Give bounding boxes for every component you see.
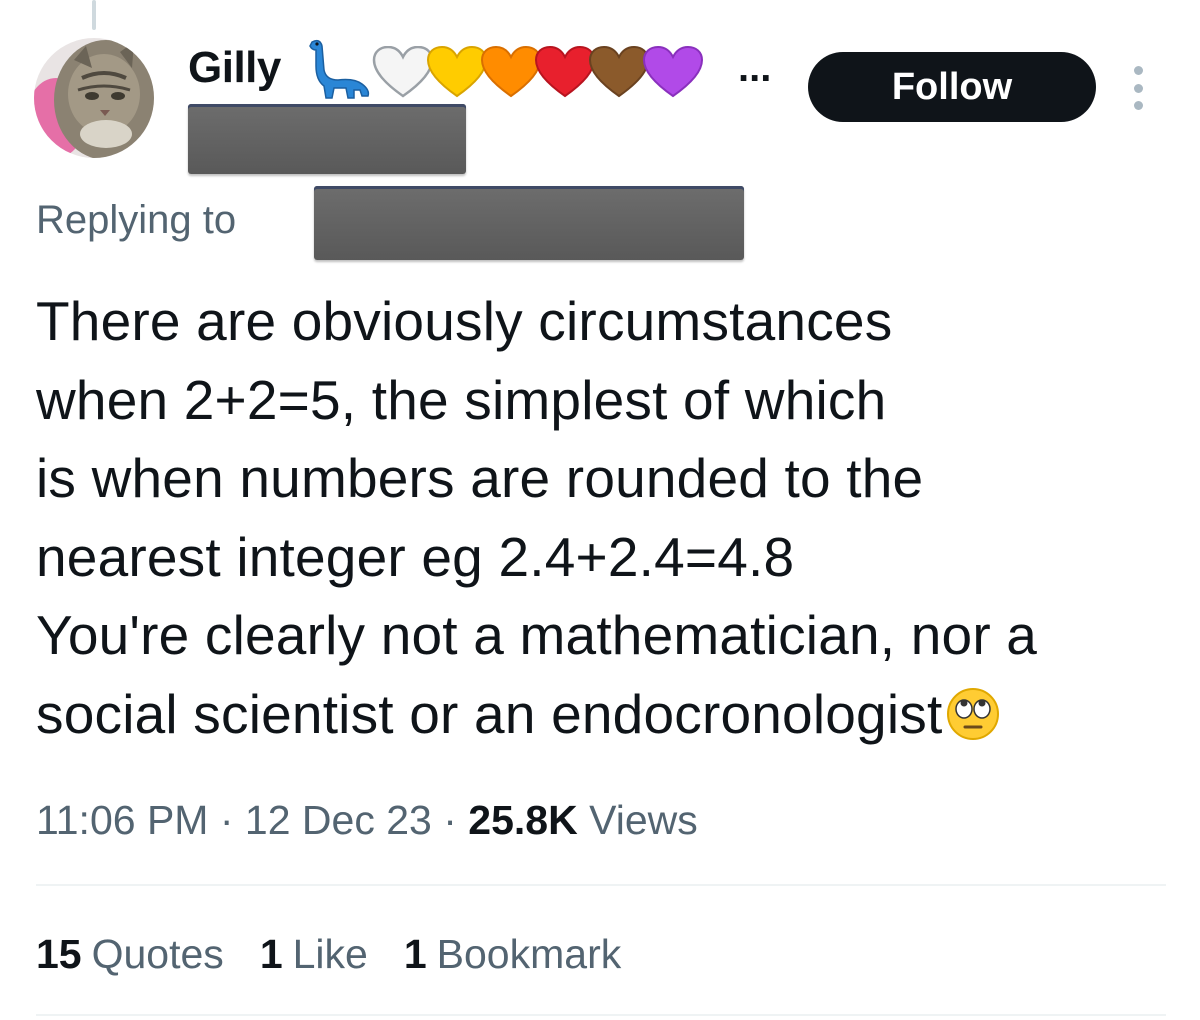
views-label: Views [589, 797, 698, 843]
likes-count: 1 [259, 931, 283, 977]
tweet-text: There are obviously circumstances when 2… [36, 282, 1186, 761]
thread-connector-line [92, 0, 96, 30]
replying-to-label: Replying to [36, 198, 237, 242]
follow-button[interactable]: Follow [808, 52, 1096, 122]
tweet-meta: 11:06 PM · 12 Dec 23 · 25.8K Views [36, 792, 698, 848]
likes-stat[interactable]: 1 Like [260, 926, 368, 982]
tweet-line: is when numbers are rounded to the [36, 447, 924, 509]
dinosaur-emoji-icon [306, 36, 372, 105]
rolling-eyes-emoji-icon [946, 683, 1000, 762]
purple-heart-icon [642, 46, 704, 98]
more-options-icon[interactable] [1126, 66, 1150, 110]
avatar[interactable] [34, 38, 154, 158]
white-heart-icon [372, 46, 434, 98]
tweet-line: You're clearly not a mathematician, nor … [36, 604, 1038, 666]
views-count: 25.8K [468, 797, 578, 843]
tweet-line: when 2+2=5, the simplest of which [36, 368, 887, 431]
divider [36, 1014, 1166, 1016]
tweet-line: social scientist or an endocronologist [36, 682, 943, 745]
divider [36, 884, 1166, 886]
brown-heart-icon [588, 46, 650, 98]
redacted-handle [188, 104, 466, 174]
heart-emoji-row [372, 44, 704, 100]
tweet-line: There are obviously circumstances [36, 290, 893, 352]
tweet-time[interactable]: 11:06 PM [36, 797, 208, 843]
engagement-stats: 15 Quotes 1 Like 1 Bookmark [36, 926, 657, 982]
quotes-count: 15 [36, 931, 82, 977]
bookmarks-count: 1 [403, 931, 427, 977]
tweet-line: nearest integer eg 2.4+2.4=4.8 [36, 525, 795, 588]
name-truncation: ... [738, 46, 772, 90]
meta-separator: · [443, 797, 457, 843]
meta-separator: · [219, 797, 234, 843]
yellow-heart-icon [426, 46, 488, 98]
tweet-line-last: social scientist or an endocronologist [36, 675, 1186, 762]
quotes-stat[interactable]: 15 Quotes [36, 926, 224, 982]
quotes-label: Quotes [91, 931, 224, 977]
redacted-reply-target[interactable] [314, 186, 744, 260]
orange-heart-icon [480, 46, 542, 98]
author-display-name[interactable]: Gilly [188, 40, 281, 96]
red-heart-icon [534, 46, 596, 98]
tweet-date[interactable]: 12 Dec 23 [245, 797, 432, 843]
bookmarks-label: Bookmark [436, 931, 622, 977]
likes-label: Like [292, 931, 368, 977]
bookmarks-stat[interactable]: 1 Bookmark [404, 926, 621, 982]
